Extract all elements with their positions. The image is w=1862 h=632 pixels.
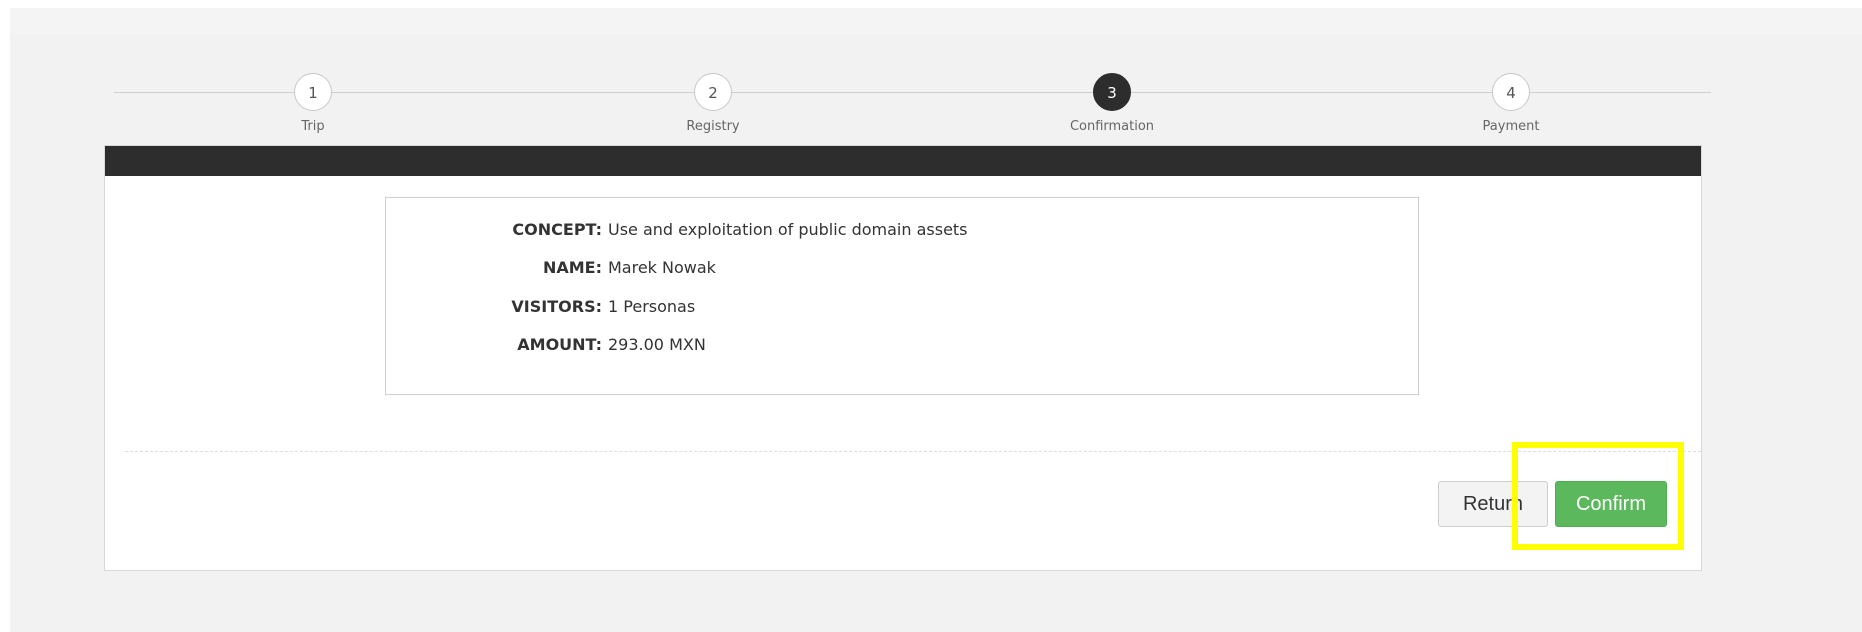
actions-divider xyxy=(125,451,1701,452)
step-circle-2: 2 xyxy=(694,73,732,111)
top-strip xyxy=(10,8,1862,34)
summary-row-concept: CONCEPT: Use and exploitation of public d… xyxy=(386,220,968,239)
visitors-label: VISITORS: xyxy=(511,297,602,316)
step-circle-3: 3 xyxy=(1093,73,1131,111)
amount-label: AMOUNT: xyxy=(517,335,602,354)
visitors-value: 1 Personas xyxy=(608,297,696,316)
summary-row-name: NAME: Marek Nowak xyxy=(386,258,716,277)
step-confirmation: 3 Confirmation xyxy=(1032,73,1192,134)
step-payment: 4 Payment xyxy=(1431,73,1591,134)
progress-stepper: 1 Trip 2 Registry 3 Confirmation 4 Payme… xyxy=(114,68,1711,148)
step-label-payment: Payment xyxy=(1482,119,1540,134)
step-circle-1: 1 xyxy=(294,73,332,111)
name-value: Marek Nowak xyxy=(608,258,716,277)
summary-box: CONCEPT: Use and exploitation of public d… xyxy=(385,197,1419,395)
concept-value: Use and exploitation of public domain as… xyxy=(608,220,968,239)
summary-row-visitors: VISITORS: 1 Personas xyxy=(386,297,695,316)
step-label-trip: Trip xyxy=(301,119,325,134)
name-label: NAME: xyxy=(542,258,602,277)
amount-value: 293.00 MXN xyxy=(608,335,706,354)
step-circle-4: 4 xyxy=(1492,73,1530,111)
step-label-registry: Registry xyxy=(686,119,740,134)
highlight-box xyxy=(1512,442,1684,550)
step-label-confirmation: Confirmation xyxy=(1069,119,1155,134)
summary-row-amount: AMOUNT: 293.00 MXN xyxy=(386,335,706,354)
panel-header xyxy=(105,146,1701,176)
concept-label: CONCEPT: xyxy=(512,220,602,239)
confirmation-panel: CONCEPT: Use and exploitation of public d… xyxy=(104,145,1702,571)
step-registry: 2 Registry xyxy=(633,73,793,134)
step-trip: 1 Trip xyxy=(233,73,393,134)
